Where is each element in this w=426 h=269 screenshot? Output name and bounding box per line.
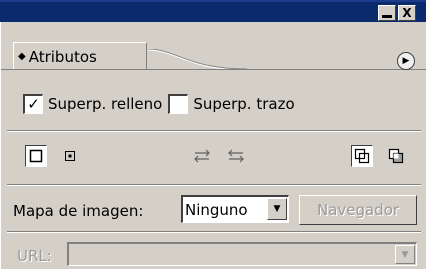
evenodd-fill-icon — [388, 148, 404, 164]
panel-menu-button[interactable]: ▶ — [397, 52, 415, 70]
image-map-selected-value: Ninguno — [185, 200, 248, 219]
url-combobox[interactable]: ▼ — [67, 242, 417, 266]
reverse-path-direction-on-button[interactable] — [225, 145, 247, 167]
square-outline-icon — [29, 149, 43, 163]
overprint-stroke-label: Superp. trazo — [193, 95, 295, 113]
close-button[interactable]: X — [398, 5, 416, 21]
chevron-down-icon: ▼ — [401, 249, 409, 260]
tab-strip: ◆ Atributos ▶ — [1, 22, 426, 70]
panel-content: ✓ Superp. relleno Superp. trazo Mapa de … — [1, 70, 426, 269]
image-map-label: Mapa de imagen: — [13, 202, 144, 220]
attributes-panel: ◆ Atributos ▶ ✓ Superp. relleno Superp. … — [0, 22, 426, 269]
fill-rule-nonzero-button[interactable] — [351, 145, 373, 167]
reverse-path-direction-off-button[interactable] — [191, 145, 213, 167]
reverse-path-icon — [194, 149, 210, 163]
tab-label: Atributos — [28, 47, 97, 66]
tab-curve — [147, 49, 247, 70]
browser-button-label: Navegador — [316, 201, 400, 219]
window-titlebar[interactable]: X — [0, 0, 426, 22]
browser-button[interactable]: Navegador — [299, 195, 417, 225]
square-center-dot-icon — [65, 151, 75, 161]
minimize-button[interactable] — [378, 5, 396, 21]
overprint-stroke-checkbox[interactable] — [168, 94, 189, 114]
minimize-icon — [382, 15, 392, 18]
divider — [7, 130, 421, 132]
checkmark-icon: ✓ — [27, 95, 40, 113]
show-center-point-button[interactable] — [59, 145, 81, 167]
image-map-row: Mapa de imagen: — [13, 197, 143, 225]
url-dropdown-arrow-button[interactable]: ▼ — [395, 245, 415, 264]
chevron-down-icon: ▼ — [273, 204, 281, 214]
dropdown-arrow-button[interactable]: ▼ — [267, 198, 287, 220]
divider — [7, 231, 421, 233]
image-map-select[interactable]: Ninguno ▼ — [181, 195, 289, 223]
overprint-options: ✓ Superp. relleno Superp. trazo — [23, 92, 301, 116]
triangle-right-icon: ▶ — [402, 56, 410, 66]
nonzero-winding-icon — [354, 148, 370, 164]
url-label: URL: — [17, 247, 52, 265]
close-icon: X — [402, 6, 412, 20]
no-center-point-button[interactable] — [25, 145, 47, 167]
attributes-window: X ◆ Atributos ▶ ✓ Superp. relleno Superp… — [0, 0, 426, 269]
fill-rule-evenodd-button[interactable] — [385, 145, 407, 167]
tab-atributos[interactable]: ◆ Atributos — [13, 42, 147, 70]
diamond-arrows-icon: ◆ — [18, 51, 26, 62]
overprint-fill-checkbox[interactable]: ✓ — [23, 94, 43, 114]
divider — [7, 184, 421, 186]
reverse-path-alt-icon — [228, 149, 244, 163]
url-row: URL: — [17, 244, 52, 268]
attribute-icons-row — [1, 140, 426, 176]
overprint-fill-label: Superp. relleno — [48, 95, 163, 113]
